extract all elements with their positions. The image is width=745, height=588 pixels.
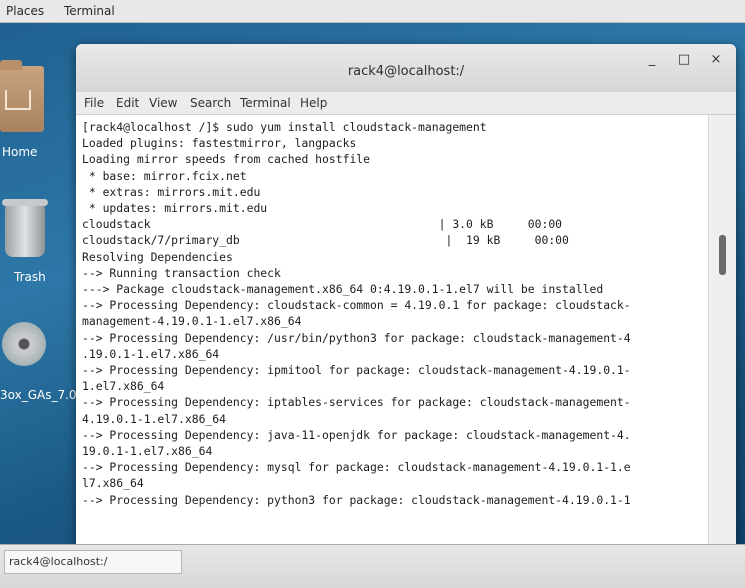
terminal-line: 4.19.0.1-1.el7.x86_64 bbox=[82, 411, 227, 426]
terminal-line: --> Processing Dependency: mysql for pac… bbox=[82, 460, 631, 475]
terminal-line: management-4.19.0.1-1.el7.x86_64 bbox=[82, 314, 302, 329]
terminal-line: --> Processing Dependency: cloudstack-co… bbox=[82, 298, 631, 313]
taskbar-window-label: rack4@localhost:/ bbox=[9, 555, 108, 568]
close-button[interactable]: × bbox=[706, 52, 726, 67]
trash-label: Trash bbox=[14, 270, 46, 284]
taskbar-window-button[interactable]: rack4@localhost:/ bbox=[4, 550, 182, 574]
minimize-button[interactable]: _ bbox=[642, 52, 662, 67]
terminal-line: --> Processing Dependency: ipmitool for … bbox=[82, 363, 631, 378]
terminal-line: --> Processing Dependency: java-11-openj… bbox=[82, 427, 631, 442]
terminal-line: * base: mirror.fcix.net bbox=[82, 168, 247, 183]
bottom-taskbar: rack4@localhost:/ bbox=[0, 544, 745, 588]
terminal-line: --> Processing Dependency: python3 for p… bbox=[82, 492, 631, 507]
terminal-app-menu[interactable]: Terminal bbox=[64, 4, 115, 18]
scrollbar-thumb[interactable] bbox=[719, 235, 726, 275]
terminal-line: --> Running transaction check bbox=[82, 265, 281, 280]
terminal-line: cloudstack | 3.0 kB 00:00 bbox=[82, 217, 563, 232]
terminal-window: rack4@localhost:/ _ □ × File Edit View S… bbox=[76, 44, 736, 544]
menu-bar: File Edit View Search Terminal Help bbox=[76, 92, 736, 115]
terminal-line: Loading mirror speeds from cached hostfi… bbox=[82, 152, 371, 167]
trash-icon[interactable] bbox=[2, 199, 48, 257]
menu-help[interactable]: Help bbox=[300, 96, 327, 110]
terminal-line: * updates: mirrors.mit.edu bbox=[82, 201, 268, 216]
disc-icon[interactable] bbox=[2, 322, 46, 366]
terminal-line: Loaded plugins: fastestmirror, langpacks bbox=[82, 136, 357, 151]
terminal-line: * extras: mirrors.mit.edu bbox=[82, 184, 261, 199]
terminal-line: --> Processing Dependency: iptables-serv… bbox=[82, 395, 631, 410]
terminal-line: cloudstack/7/primary_db | 19 kB 00:00 bbox=[82, 233, 569, 248]
menu-file[interactable]: File bbox=[84, 96, 104, 110]
scrollbar-track[interactable] bbox=[708, 115, 736, 544]
corner-text: C E bbox=[716, 503, 731, 531]
home-label: Home bbox=[2, 145, 38, 159]
top-panel: Places Terminal bbox=[0, 0, 745, 23]
places-menu[interactable]: Places bbox=[6, 4, 44, 18]
home-folder-icon[interactable] bbox=[0, 60, 44, 132]
terminal-line: l7.x86_64 bbox=[82, 476, 144, 491]
terminal-line: Resolving Dependencies bbox=[82, 249, 233, 264]
terminal-line: 1.el7.x86_64 bbox=[82, 379, 165, 394]
terminal-output[interactable]: [rack4@localhost /]$ sudo yum install cl… bbox=[76, 115, 708, 544]
terminal-line: --> Processing Dependency: /usr/bin/pyth… bbox=[82, 330, 631, 345]
menu-search[interactable]: Search bbox=[190, 96, 231, 110]
maximize-button[interactable]: □ bbox=[674, 52, 694, 67]
terminal-line: 19.0.1-1.el7.x86_64 bbox=[82, 444, 213, 459]
menu-view[interactable]: View bbox=[149, 96, 177, 110]
window-title: rack4@localhost:/ bbox=[347, 64, 465, 79]
terminal-line: ---> Package cloudstack-management.x86_6… bbox=[82, 282, 604, 297]
menu-terminal[interactable]: Terminal bbox=[240, 96, 291, 110]
terminal-line: .19.0.1-1.el7.x86_64 bbox=[82, 346, 220, 361]
terminal-line: [rack4@localhost /]$ sudo yum install cl… bbox=[82, 120, 487, 134]
title-bar[interactable]: rack4@localhost:/ _ □ × bbox=[76, 44, 736, 93]
menu-edit[interactable]: Edit bbox=[116, 96, 139, 110]
house-icon bbox=[5, 90, 31, 110]
